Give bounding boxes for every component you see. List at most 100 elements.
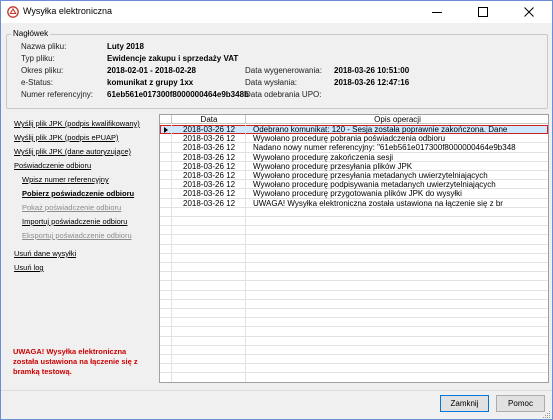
date-cell [173,373,246,382]
description-cell [247,300,548,309]
empty-row [160,355,548,365]
column-header-date[interactable]: Data [173,115,246,124]
close-icon [524,7,534,17]
table-row[interactable]: 2018-03-26 12 Nadano nowy numer referency… [160,143,548,153]
column-header-description[interactable]: Opis operacji [247,115,548,124]
row-indicator-cell [160,217,172,226]
description-cell [247,355,548,364]
date-cell [173,235,246,245]
row-indicator-cell [160,161,172,171]
empty-row [160,290,548,300]
empty-row [160,299,548,309]
description-cell: Wywołano procedurę podpisywania metadany… [253,180,496,190]
row-indicator-cell [160,327,172,337]
operations-grid[interactable]: Data Opis operacji 2018-03-26 12 Odebrano… [159,114,549,383]
close-dialog-button[interactable]: Zamknij [440,395,489,412]
date-cell: 2018-03-26 12 [173,189,246,199]
enter-reference-number-link[interactable]: Wpisz numer referencyjny [22,175,109,184]
table-row[interactable]: 2018-03-26 12 Wywołano procedurę przesyła… [160,171,548,181]
description-cell [247,245,548,254]
row-indicator-cell [160,171,172,180]
import-confirmation-link[interactable]: Importuj poświadczenie odbioru [22,217,127,226]
upo-date-label: Data odebrania UPO: [245,90,322,99]
generated-date-value: 2018-03-26 10:51:00 [334,66,410,75]
app-icon [7,6,19,18]
description-cell [247,281,548,290]
description-cell: Wywołano procedurę przesyłania metadanyc… [253,171,488,180]
help-button[interactable]: Pomoc [496,395,545,412]
reference-number-value: 61eb561e017300f8000000464e9b348b [107,90,249,99]
main-window: Wysyłka elektroniczna Nagłówek Nazwa pli… [0,0,553,420]
header-legend: Nagłówek [11,29,51,38]
test-gateway-warning: UWAGA! Wysyłka elektroniczna została ust… [13,347,138,376]
empty-row [160,309,548,319]
empty-row [160,345,548,355]
delete-log-link[interactable]: Usuń log [14,263,44,272]
table-row[interactable]: 2018-03-26 12 Wywołano procedurę zakończe… [160,152,548,162]
minimize-button[interactable] [414,1,460,23]
date-cell [173,253,246,263]
send-epuap-signature-link[interactable]: Wyślij plik JPK (podpis ePUAP) [14,133,119,142]
empty-row [160,364,548,374]
description-cell [247,291,548,300]
table-row[interactable]: 2018-03-26 12 Wywołano procedurę przygoto… [160,189,548,199]
title-bar[interactable]: Wysyłka elektroniczna [1,1,552,23]
date-cell [173,263,246,272]
file-name-value: Luty 2018 [107,42,144,51]
row-indicator-cell [160,253,172,263]
close-button[interactable] [506,1,552,23]
delete-send-data-link[interactable]: Usuń dane wysyłki [14,249,76,258]
date-cell: 2018-03-26 12 [173,171,246,180]
description-cell [247,364,548,373]
date-cell [173,290,246,300]
row-indicator-cell [160,364,172,374]
download-confirmation-link[interactable]: Pobierz poświadczenie odbioru [22,189,134,198]
table-row[interactable]: 2018-03-26 12 Wywołano procedurę podpisyw… [160,180,548,190]
send-auth-data-link[interactable]: Wyślij plik JPK (dane autoryzujące) [14,147,131,156]
row-indicator-cell [160,207,172,217]
generated-date-label: Data wygenerowania: [245,66,322,75]
table-row[interactable]: 2018-03-26 12 UWAGA! Wysyłka elektroniczn… [160,198,548,208]
table-row[interactable]: 2018-03-26 12 Odebrano komunikat: 120 - S… [160,125,548,135]
maximize-button[interactable] [460,1,506,23]
description-cell: Odebrano komunikat: 120 - Sesja została … [253,125,508,134]
row-indicator-cell [160,125,172,134]
date-cell: 2018-03-26 12 [173,143,246,153]
description-cell [247,254,548,263]
row-indicator-cell [160,355,172,364]
description-cell [247,217,548,226]
resize-grip-icon[interactable] [542,410,551,419]
row-indicator-cell [160,189,172,199]
date-cell: 2018-03-26 12 [173,125,246,134]
footer-divider [1,390,552,391]
date-cell [173,299,246,309]
description-cell: Nadano nowy numer referencyjny: "61eb561… [253,143,516,153]
file-name-label: Nazwa pliku: [21,42,67,51]
description-cell [247,208,548,217]
description-cell [247,235,548,244]
description-cell: UWAGA! Wysyłka elektroniczna została ust… [253,198,503,208]
send-qualified-signature-link[interactable]: Wyślij plik JPK (podpis kwalifikowany) [14,119,140,128]
row-indicator-cell [160,235,172,245]
date-cell [173,309,246,318]
empty-row [160,318,548,328]
table-row[interactable]: 2018-03-26 12 Wywołano procedurę przesyła… [160,161,548,171]
row-indicator-cell [160,299,172,309]
row-indicator-cell [160,345,172,355]
table-row[interactable]: 2018-03-26 12 Wywołano procedurę pobrania… [160,134,548,144]
date-cell: 2018-03-26 12 [173,161,246,171]
description-cell [247,272,548,281]
row-indicator-cell [160,143,172,153]
empty-row [160,226,548,236]
row-indicator-cell [160,281,172,291]
description-cell [247,346,548,355]
date-cell [173,226,246,236]
row-indicator-cell [160,226,172,236]
grid-header: Data Opis operacji [160,115,548,124]
maximize-icon [478,7,488,17]
sent-date-label: Data wysłania: [245,78,298,87]
receipt-confirmation-link[interactable]: Poświadczenie odbioru [14,161,91,170]
date-cell [173,364,246,374]
row-indicator-cell [160,134,172,144]
description-cell [247,327,548,336]
